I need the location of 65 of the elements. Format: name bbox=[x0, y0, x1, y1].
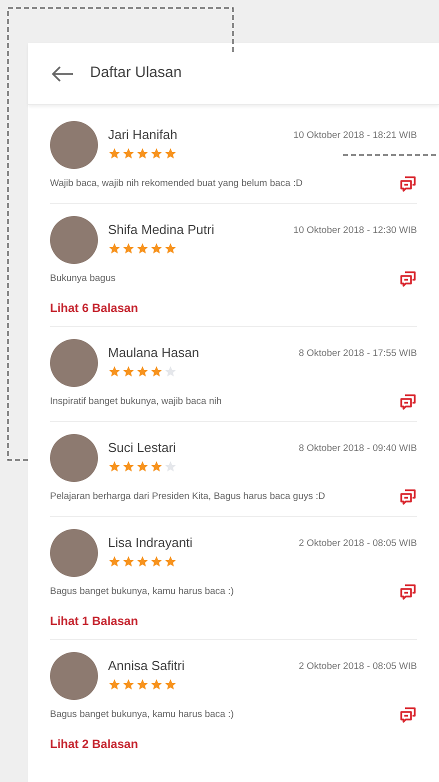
star-icon bbox=[108, 678, 121, 691]
star-icon bbox=[136, 365, 149, 378]
reviewer-name: Suci Lestari bbox=[108, 440, 177, 456]
star-icon bbox=[150, 365, 163, 378]
star-icon bbox=[164, 365, 177, 378]
star-icon bbox=[122, 555, 135, 568]
reviewer-name: Annisa Safitri bbox=[108, 658, 185, 674]
star-icon bbox=[136, 147, 149, 160]
reviewer-name: Jari Hanifah bbox=[108, 127, 178, 143]
page-title: Daftar Ulasan bbox=[90, 63, 182, 84]
star-icon bbox=[164, 242, 177, 255]
avatar bbox=[50, 121, 98, 169]
chat-bubbles-icon[interactable] bbox=[399, 583, 417, 601]
view-replies-link[interactable]: Lihat 1 Balasan bbox=[50, 613, 417, 629]
review-comment: Bagus banget bukunya, kamu harus baca :) bbox=[50, 584, 234, 599]
view-replies-link[interactable]: Lihat 6 Balasan bbox=[50, 300, 417, 316]
reviewer-name: Shifa Medina Putri bbox=[108, 222, 214, 238]
star-icon bbox=[150, 147, 163, 160]
review-date: 10 Oktober 2018 - 18:21 WIB bbox=[293, 129, 417, 143]
star-icon bbox=[108, 365, 121, 378]
review-comment: Bukunya bagus bbox=[50, 272, 116, 286]
star-icon bbox=[122, 365, 135, 378]
star-icon bbox=[122, 460, 135, 473]
star-icon bbox=[122, 678, 135, 691]
review-comment: Inspiratif banget bukunya, wajib baca nih bbox=[50, 394, 222, 409]
star-icon bbox=[122, 242, 135, 255]
star-icon bbox=[108, 555, 121, 568]
star-icon bbox=[150, 242, 163, 255]
review-date: 8 Oktober 2018 - 09:40 WIB bbox=[298, 442, 417, 456]
chat-bubbles-icon[interactable] bbox=[399, 706, 417, 724]
avatar bbox=[50, 434, 98, 482]
star-icon bbox=[164, 555, 177, 568]
review-date: 8 Oktober 2018 - 17:55 WIB bbox=[298, 347, 417, 361]
star-icon bbox=[164, 678, 177, 691]
review-comment: Bagus banget bukunya, kamu harus baca :) bbox=[50, 708, 234, 722]
chat-bubbles-icon[interactable] bbox=[399, 175, 417, 193]
star-icon bbox=[150, 678, 163, 691]
view-replies-link[interactable]: Lihat 2 Balasan bbox=[50, 736, 417, 752]
star-icon bbox=[136, 678, 149, 691]
review-date: 2 Oktober 2018 - 08:05 WIB bbox=[298, 537, 417, 551]
chat-bubbles-icon[interactable] bbox=[399, 488, 417, 506]
star-icon bbox=[164, 460, 177, 473]
review-comment: Pelajaran berharga dari Presiden Kita, Bagus harus baca guys :D bbox=[50, 490, 326, 504]
avatar bbox=[50, 339, 98, 387]
avatar bbox=[50, 529, 98, 577]
star-icon bbox=[136, 555, 149, 568]
star-icon bbox=[136, 460, 149, 473]
star-icon bbox=[108, 242, 121, 255]
chat-bubbles-icon[interactable] bbox=[399, 393, 417, 411]
review-date: 10 Oktober 2018 - 12:30 WIB bbox=[293, 224, 417, 238]
star-icon bbox=[108, 147, 121, 160]
reviewer-name: Maulana Hasan bbox=[108, 345, 200, 361]
avatar bbox=[50, 652, 98, 700]
star-icon bbox=[136, 242, 149, 255]
star-icon bbox=[108, 460, 121, 473]
back-arrow-icon[interactable] bbox=[52, 66, 74, 82]
star-icon bbox=[122, 147, 135, 160]
review-comment: Wajib baca, wajib nih rekomended buat yang belum baca :D bbox=[50, 176, 303, 191]
star-icon bbox=[164, 147, 177, 160]
star-icon bbox=[150, 460, 163, 473]
avatar bbox=[50, 216, 98, 264]
review-date: 2 Oktober 2018 - 08:05 WIB bbox=[298, 660, 417, 674]
chat-bubbles-icon[interactable] bbox=[399, 270, 417, 288]
reviewer-name: Lisa Indrayanti bbox=[108, 535, 193, 551]
star-icon bbox=[150, 555, 163, 568]
